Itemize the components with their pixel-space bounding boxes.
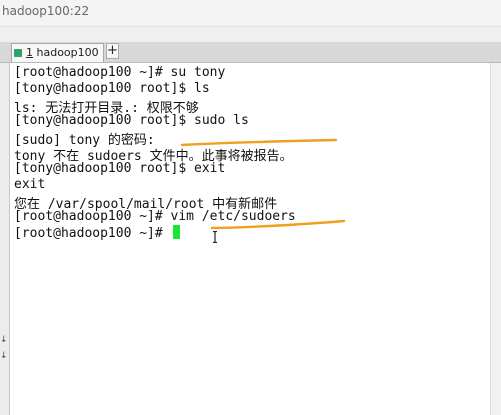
tab-label: 1 hadoop100	[26, 46, 99, 59]
terminal-line: [root@hadoop100 ~]# vim /etc/sudoers	[14, 209, 296, 224]
terminal-output[interactable]: [root@hadoop100 ~]# su tony [tony@hadoop…	[10, 63, 490, 415]
tab-name: hadoop100	[36, 46, 99, 59]
tab-index: 1	[26, 46, 33, 59]
terminal-cursor	[172, 225, 180, 239]
terminal-line: exit	[14, 177, 46, 192]
title-bar: hadoop100:22	[0, 0, 501, 27]
left-gutter: ↓ ↓	[0, 63, 10, 415]
toolbar-area	[0, 27, 501, 42]
add-tab-button[interactable]: +	[106, 43, 119, 59]
terminal-line: [sudo] tony 的密码:	[14, 133, 155, 148]
session-pin-icon	[14, 49, 22, 57]
tab-bar: 1 hadoop100 +	[0, 42, 501, 63]
terminal-line: [tony@hadoop100 root]$ exit	[14, 161, 226, 176]
text-cursor-icon	[213, 231, 217, 243]
terminal-line: [tony@hadoop100 root]$ sudo ls	[14, 113, 249, 128]
gutter-arrow-icon: ↓	[0, 335, 8, 345]
terminal-line: [root@hadoop100 ~]# su tony	[14, 65, 226, 80]
gutter-arrow-icon: ↓	[0, 351, 8, 361]
tab-hadoop100[interactable]: 1 hadoop100	[11, 43, 104, 62]
terminal-line: 您在 /var/spool/mail/root 中有新邮件	[14, 197, 278, 212]
terminal-prompt-line: [root@hadoop100 ~]#	[14, 225, 180, 241]
terminal-line: tony 不在 sudoers 文件中。此事将被报告。	[14, 149, 293, 164]
terminal-line: ls: 无法打开目录.: 权限不够	[14, 101, 199, 116]
terminal-prompt: [root@hadoop100 ~]#	[14, 226, 171, 241]
window-title: hadoop100:22	[2, 4, 90, 18]
terminal-scrollbar[interactable]	[490, 63, 501, 415]
terminal-line: [tony@hadoop100 root]$ ls	[14, 81, 210, 96]
